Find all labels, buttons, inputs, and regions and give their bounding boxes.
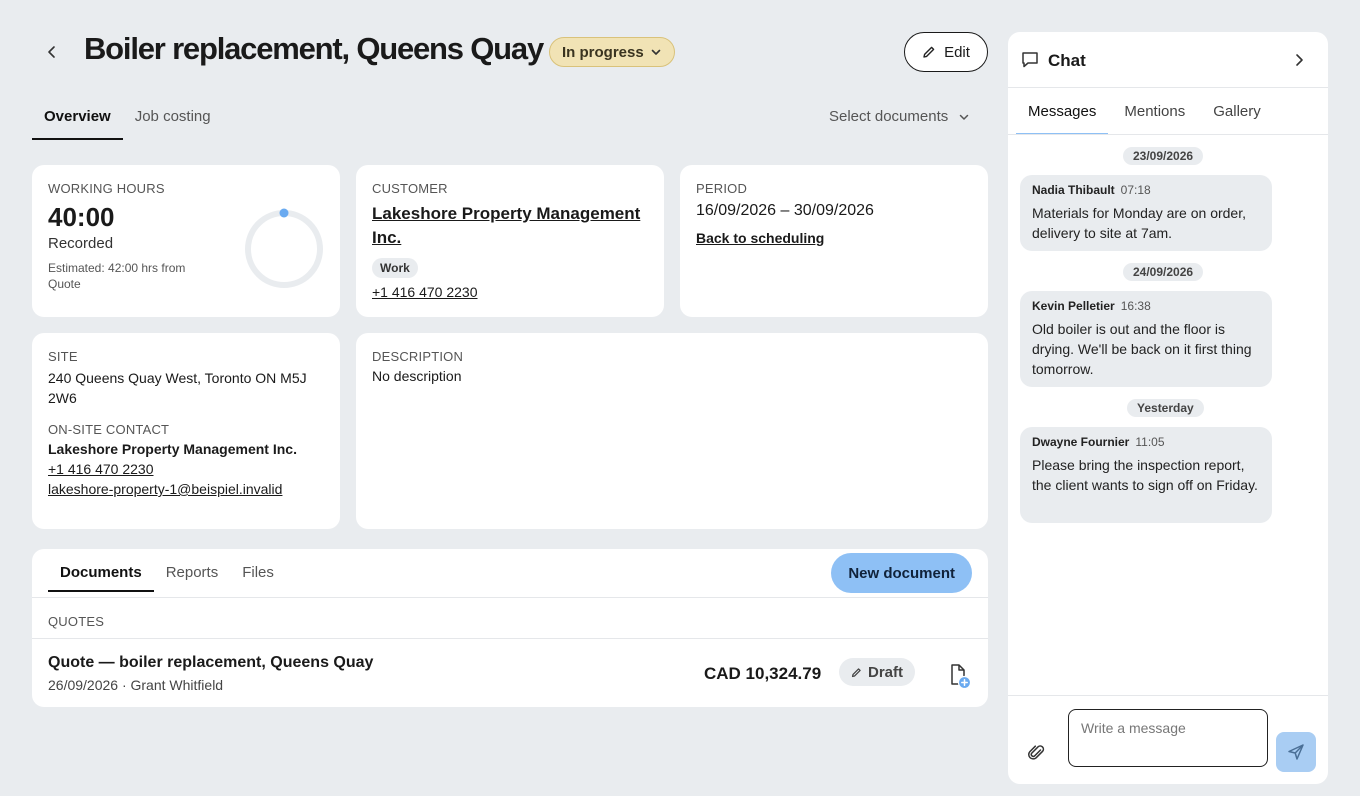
tab-messages[interactable]: Messages xyxy=(1016,89,1109,135)
chevron-left-icon xyxy=(48,46,55,58)
add-document-icon[interactable] xyxy=(948,663,976,691)
chat-title: Chat xyxy=(1048,51,1086,70)
message-time: 07:18 xyxy=(1120,183,1151,197)
message-time: 11:05 xyxy=(1135,435,1165,449)
message-time: 16:38 xyxy=(1120,299,1151,313)
contact-email-link[interactable]: lakeshore-property-1@beispiel.invalid xyxy=(48,481,324,497)
onsite-contact-label: ON-SITE CONTACT xyxy=(48,422,170,437)
site-address: 240 Queens Quay West, Toronto ON M5J 2W6 xyxy=(48,370,307,406)
top-tabs: Overview Job costing xyxy=(32,96,223,140)
quote-amount: CAD 10,324.79 xyxy=(704,664,822,683)
quotes-section-label: QUOTES xyxy=(48,614,105,629)
site-label: SITE xyxy=(48,349,78,364)
back-to-scheduling-link[interactable]: Back to scheduling xyxy=(696,230,824,246)
send-button[interactable] xyxy=(1276,732,1316,772)
page-title: Boiler replacement, Queens Quay xyxy=(84,31,544,66)
back-button[interactable] xyxy=(36,36,68,68)
message-input[interactable] xyxy=(1068,709,1268,767)
documents-panel: Documents Reports Files New document QUO… xyxy=(32,549,988,707)
message-author: Nadia Thibault xyxy=(1032,183,1115,197)
period-label: PERIOD xyxy=(696,181,748,196)
tab-reports[interactable]: Reports xyxy=(154,549,231,592)
divider xyxy=(32,597,988,598)
customer-label: CUSTOMER xyxy=(372,181,448,196)
draft-label: Draft xyxy=(868,663,904,681)
working-hours-estimate: Estimated: 42:00 hrs from Quote xyxy=(48,261,186,291)
date-separator: 24/09/2026 xyxy=(1123,263,1204,281)
hours-progress-ring xyxy=(245,208,323,288)
description-card: DESCRIPTION No description xyxy=(356,333,988,529)
chevron-down-icon xyxy=(651,49,660,55)
message-author: Kevin Pelletier xyxy=(1032,299,1115,313)
pencil-icon xyxy=(851,667,861,677)
status-dropdown[interactable]: In progress xyxy=(549,37,675,67)
customer-name-link[interactable]: Lakeshore Property Management Inc. xyxy=(372,202,642,250)
select-documents-label: Select documents xyxy=(829,108,949,125)
date-separator: 23/09/2026 xyxy=(1123,147,1204,165)
status-label: In progress xyxy=(562,43,644,61)
paperclip-icon[interactable] xyxy=(1028,744,1046,762)
tab-documents[interactable]: Documents xyxy=(48,549,154,592)
chat-message: Dwayne Fournier 11:05 Please bring the in… xyxy=(1020,427,1272,523)
message-text: Old boiler is out and the floor is dryin… xyxy=(1032,321,1252,377)
divider xyxy=(1008,134,1328,135)
quote-meta: 26/09/2026 · Grant Whitfield xyxy=(48,677,224,693)
tab-gallery[interactable]: Gallery xyxy=(1201,89,1273,135)
customer-phone-link[interactable]: +1 416 470 2230 xyxy=(372,284,648,300)
working-hours-label: WORKING HOURS xyxy=(48,181,165,196)
chat-composer xyxy=(1008,695,1328,784)
message-text: Materials for Monday are on order, deliv… xyxy=(1032,205,1246,241)
date-separator: Yesterday xyxy=(1127,399,1204,417)
divider xyxy=(32,638,988,639)
tab-overview[interactable]: Overview xyxy=(32,96,123,140)
site-card: SITE 240 Queens Quay West, Toronto ON M5… xyxy=(32,333,340,529)
new-document-button[interactable]: New document xyxy=(831,553,972,593)
edit-label: Edit xyxy=(944,43,970,61)
send-icon xyxy=(1288,744,1304,760)
pencil-icon xyxy=(923,46,935,58)
chat-message: Nadia Thibault 07:18 Materials for Monday… xyxy=(1020,175,1272,251)
contact-name: Lakeshore Property Management Inc. xyxy=(48,441,297,457)
chat-message: Kevin Pelletier 16:38 Old boiler is out a… xyxy=(1020,291,1272,387)
quote-title[interactable]: Quote — boiler replacement, Queens Quay xyxy=(48,654,373,672)
draft-badge: Draft xyxy=(839,658,916,686)
chat-panel: Chat Messages Mentions Gallery 23/09/202… xyxy=(1008,32,1328,784)
chat-header: Chat xyxy=(1008,32,1328,88)
contact-phone-link[interactable]: +1 416 470 2230 xyxy=(48,461,324,477)
chat-bubble-icon xyxy=(1022,52,1038,68)
tab-job-costing[interactable]: Job costing xyxy=(123,96,223,140)
select-documents-dropdown[interactable]: Select documents xyxy=(829,108,970,125)
documents-tabs: Documents Reports Files xyxy=(48,549,286,593)
message-text: Please bring the inspection report, the … xyxy=(1032,457,1258,493)
chat-tabs: Messages Mentions Gallery xyxy=(1016,89,1277,135)
tab-mentions[interactable]: Mentions xyxy=(1112,89,1197,135)
edit-button[interactable]: Edit xyxy=(904,32,988,72)
description-label: DESCRIPTION xyxy=(372,349,464,364)
period-range: 16/09/2026 – 30/09/2026 xyxy=(696,202,874,219)
message-author: Dwayne Fournier xyxy=(1032,435,1130,449)
period-card: PERIOD 16/09/2026 – 30/09/2026 Back to s… xyxy=(680,165,988,317)
working-hours-card: WORKING HOURS 40:00 Recorded Estimated: … xyxy=(32,165,340,317)
customer-card: CUSTOMER Lakeshore Property Management I… xyxy=(356,165,664,317)
chevron-down-icon xyxy=(959,114,969,120)
customer-tag: Work xyxy=(372,258,418,278)
description-text: No description xyxy=(372,368,462,384)
tab-files[interactable]: Files xyxy=(230,549,286,592)
chevron-right-icon[interactable] xyxy=(1292,50,1308,70)
